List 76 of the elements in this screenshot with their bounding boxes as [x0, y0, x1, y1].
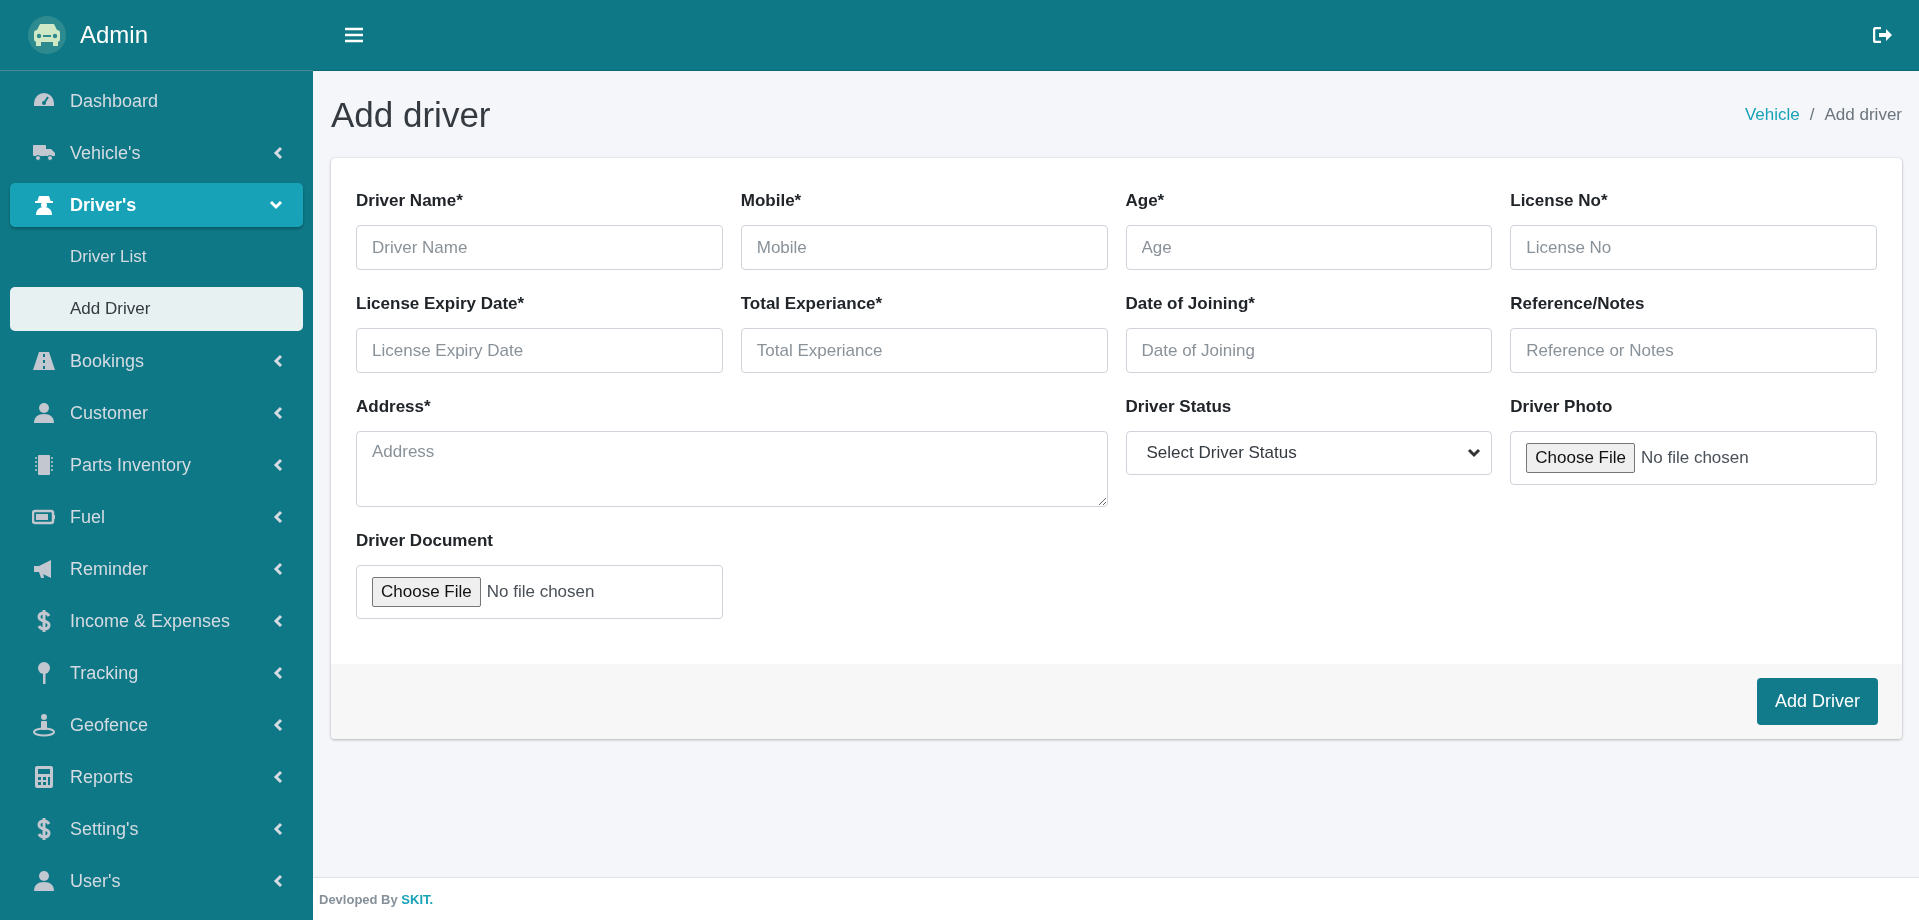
car-logo-icon [28, 16, 66, 54]
user-icon [32, 869, 56, 893]
field-label: Age* [1125, 191, 1166, 211]
chip-icon [32, 453, 56, 477]
file-status: No file chosen [1640, 448, 1749, 468]
caret-icon [273, 718, 283, 732]
person-pin-icon [32, 713, 56, 737]
field-label: License Expiry Date* [356, 294, 526, 314]
text-input-field[interactable]: License No [1510, 225, 1877, 270]
file-input-field[interactable]: Choose File No file chosen [1510, 431, 1877, 485]
footer-credit: Devloped By SKIT. [319, 891, 434, 907]
caret-icon [273, 354, 283, 368]
calculator-icon [32, 765, 56, 789]
text-input-field[interactable]: Reference or Notes [1510, 328, 1877, 373]
sidebar-item[interactable]: User's [10, 859, 303, 903]
sidebar-item[interactable]: Income & Expenses [10, 599, 303, 643]
caret-icon [273, 614, 283, 628]
sidebar-item[interactable]: Fuel [10, 495, 303, 539]
caret-icon [273, 562, 283, 576]
sidebar-item[interactable]: Tracking [10, 651, 303, 695]
file-input-field[interactable]: Choose File No file chosen [356, 565, 723, 619]
caret-icon [273, 510, 283, 524]
caret-icon [273, 146, 283, 160]
field-label: Driver Name* [356, 191, 464, 211]
field-label: Driver Photo [1510, 397, 1614, 417]
breadcrumb-link[interactable]: Vehicle [1744, 104, 1800, 125]
choose-file-button[interactable]: Choose File [372, 577, 481, 607]
user-icon [32, 401, 56, 425]
choose-file-button[interactable]: Choose File [1526, 443, 1635, 473]
field-label: Date of Joining* [1125, 294, 1256, 314]
brand-title: Admin [80, 21, 149, 49]
caret-icon [273, 666, 283, 680]
menu-icon [345, 27, 363, 43]
sidebar-item[interactable]: Setting's [10, 807, 303, 851]
sidebar-item[interactable]: Dashboard [10, 79, 303, 123]
sidebar-item[interactable]: Parts Inventory [10, 443, 303, 487]
sidebar-item[interactable]: Vehicle's [10, 131, 303, 175]
text-input-field[interactable]: Total Experiance [740, 328, 1108, 373]
caret-icon [273, 458, 283, 472]
text-input-field[interactable]: Date of Joining [1125, 328, 1493, 373]
field-label: Address* [356, 397, 432, 417]
caret-icon [273, 874, 283, 888]
field-label: License No* [1510, 191, 1609, 211]
field-label: Driver Document [356, 531, 494, 551]
sidebar-item[interactable]: Customer [10, 391, 303, 435]
page-title: Add driver [331, 94, 491, 135]
sidebar-item[interactable]: Driver's [10, 183, 303, 227]
logout-icon [1873, 27, 1893, 43]
caret-icon [273, 770, 283, 784]
caret-icon [273, 406, 283, 420]
field-label: Total Experiance* [740, 294, 884, 314]
add-driver-button[interactable]: Add Driver [1756, 678, 1878, 725]
caret-icon [273, 822, 283, 836]
field-label: Driver Status [1125, 397, 1233, 417]
breadcrumb-separator: / [1809, 104, 1815, 125]
text-input-field[interactable]: Driver Name [356, 225, 723, 270]
sidebar-item[interactable]: Reports [10, 755, 303, 799]
address-textarea[interactable]: Address [356, 431, 1108, 507]
sidebar-item[interactable]: Geofence [10, 703, 303, 747]
field-label: Reference/Notes [1510, 294, 1646, 314]
footer-link[interactable]: SKIT. [401, 891, 434, 907]
chevron-icon [1467, 448, 1482, 458]
sidebar-item[interactable]: Reminder [10, 547, 303, 591]
text-input-field[interactable]: Age [1125, 225, 1493, 270]
sidebar-item[interactable]: Bookings [10, 339, 303, 383]
status-select[interactable]: Select Driver Status [1125, 431, 1493, 475]
person-hat-icon [32, 193, 56, 217]
submenu-item[interactable]: Driver List [10, 235, 303, 279]
text-input-field[interactable]: License Expiry Date [356, 328, 723, 373]
text-input-field[interactable]: Mobile [740, 225, 1108, 270]
caret-icon [269, 200, 283, 210]
road-icon [32, 349, 56, 373]
file-status: No file chosen [486, 582, 595, 602]
breadcrumb-current: Add driver [1824, 104, 1902, 125]
field-label: Mobile* [740, 191, 803, 211]
submenu-item[interactable]: Add Driver [10, 287, 303, 331]
